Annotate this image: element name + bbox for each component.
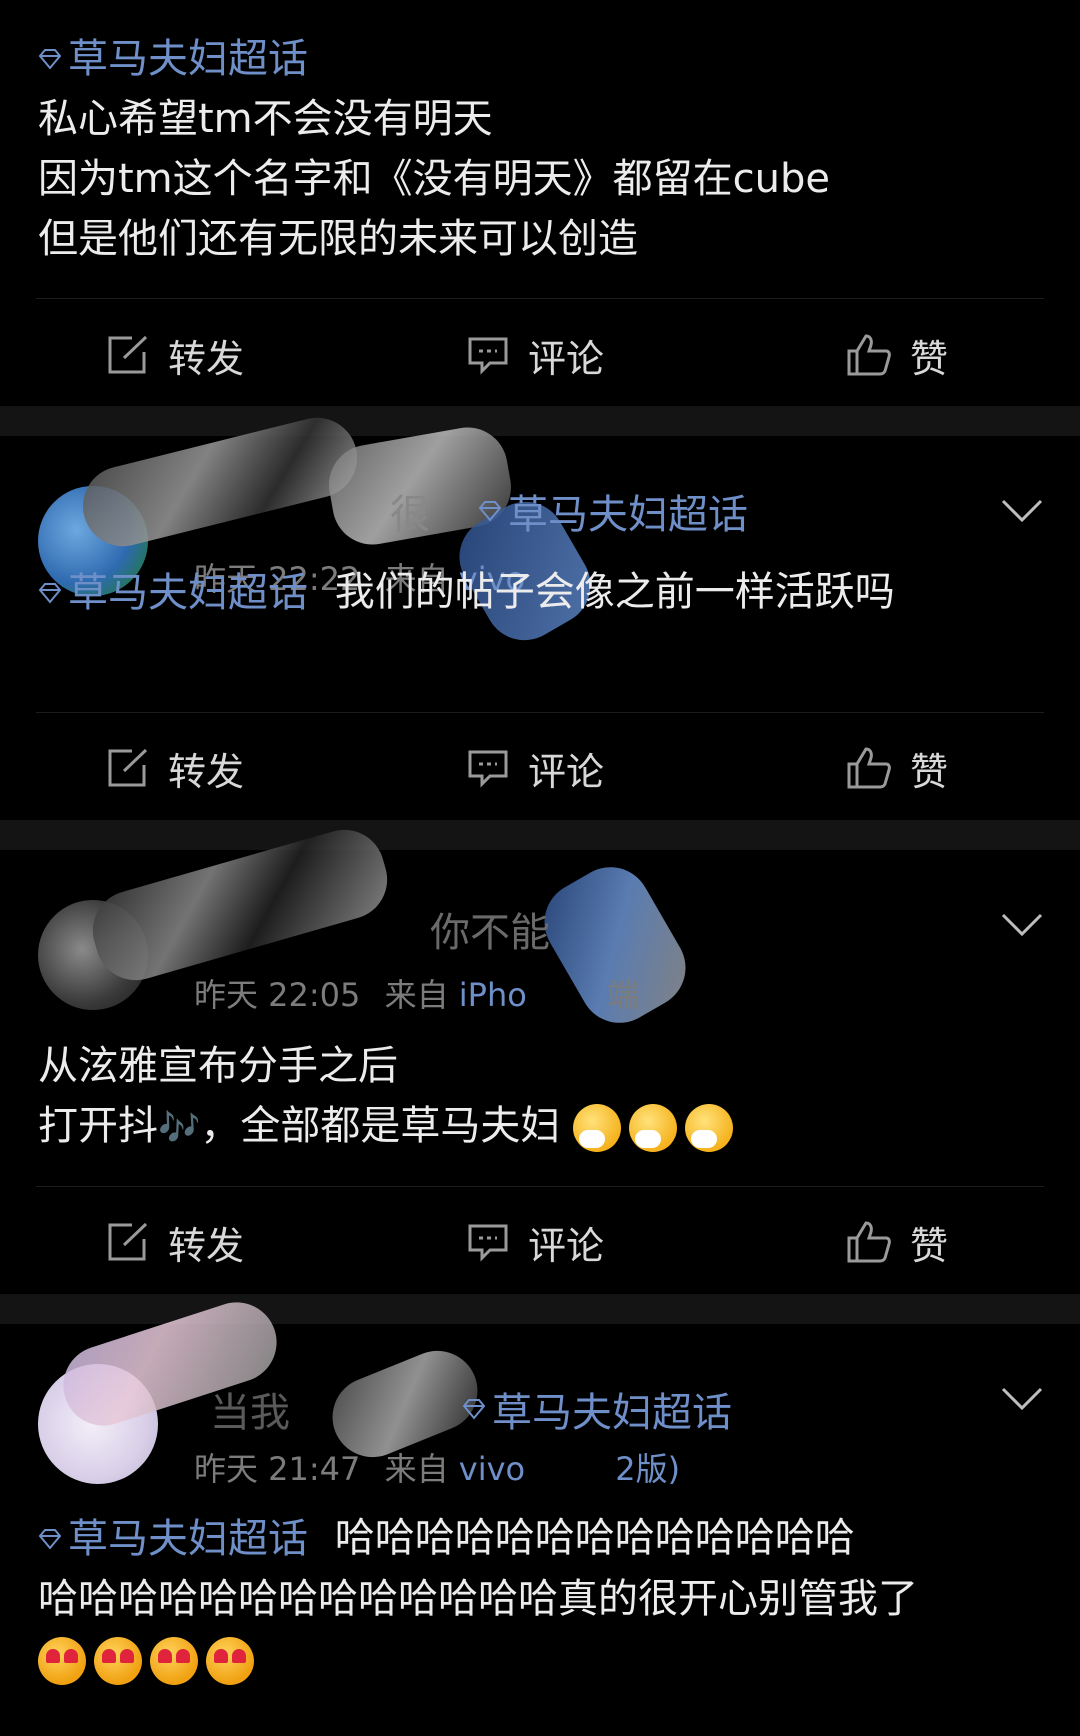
like-button[interactable]: 赞 — [846, 728, 948, 808]
like-icon — [847, 747, 891, 789]
diamond-icon — [478, 501, 502, 522]
post-2: 很 草马夫妇超话 昨天 22:22 来自 vivo 草马夫妇超话 我们的帖子会像… — [0, 409, 1080, 820]
repost-button[interactable]: 转发 — [106, 728, 244, 808]
divider — [36, 298, 1044, 299]
post-3-actions: 转发 评论 赞 — [0, 1202, 1080, 1282]
chevron-down-icon[interactable] — [1000, 498, 1044, 524]
diamond-icon — [38, 583, 62, 604]
comment-label: 评论 — [528, 336, 605, 381]
post-source-tail: 端 — [606, 976, 639, 1014]
heart-eyes-icon — [94, 1637, 142, 1685]
like-button[interactable]: 赞 — [846, 1202, 948, 1282]
like-label: 赞 — [910, 336, 949, 381]
comment-icon — [468, 750, 508, 788]
post-3-body: 从泫雅宣布分手之后 打开抖🎶，全部都是草马夫妇 — [38, 1036, 1042, 1158]
post-time: 昨天 21:47 — [194, 1450, 361, 1488]
repost-icon — [108, 1222, 148, 1261]
topic-tag-label: 草马夫妇超话 — [68, 36, 308, 82]
user-name[interactable]: 很 — [390, 482, 430, 540]
sneezing-face-icon — [685, 1104, 734, 1152]
comment-icon — [468, 337, 508, 375]
chevron-down-icon[interactable] — [1000, 1386, 1044, 1412]
post-1-line-2: 因为tm这个名字和《没有明天》都留在cube — [38, 156, 830, 202]
comment-button[interactable]: 评论 — [466, 315, 604, 395]
repost-label: 转发 — [168, 336, 245, 381]
like-icon — [847, 1221, 891, 1263]
post-from: 来自 — [384, 976, 449, 1014]
post-2-body: 草马夫妇超话 我们的帖子会像之前一样活跃吗 — [38, 562, 1042, 623]
post-meta: 昨天 22:05 来自 iPho 端 — [194, 970, 639, 1016]
post-1-line-1: 私心希望tm不会没有明天 — [38, 96, 493, 142]
diamond-icon — [462, 1399, 486, 1420]
topic-tag-link[interactable]: 草马夫妇超话 — [38, 1509, 308, 1569]
heart-eyes-icon — [206, 1637, 254, 1685]
post-4: 当我 草马夫妇超话 昨天 21:47 来自 vivo 2版) 草马夫妇超话 哈哈… — [0, 1291, 1080, 1736]
repost-icon — [108, 748, 148, 787]
heart-eyes-icon — [38, 1637, 86, 1685]
topic-tag-label: 草马夫妇超话 — [508, 492, 748, 538]
post-4-line-2: 哈哈哈哈哈哈哈哈哈哈哈哈哈真的很开心别管我了 — [38, 1576, 918, 1622]
topic-tag-label: 草马夫妇超话 — [68, 1516, 308, 1562]
post-3: 你不能 昨天 22:05 来自 iPho 端 从泫雅宣布分手之后 打开抖🎶，全部… — [0, 820, 1080, 1294]
like-button[interactable]: 赞 — [846, 315, 948, 395]
post-1-body: 草马夫妇超话 私心希望tm不会没有明天 因为tm这个名字和《没有明天》都留在cu… — [38, 28, 1042, 269]
comment-button[interactable]: 评论 — [466, 728, 604, 808]
comment-button[interactable]: 评论 — [466, 1202, 604, 1282]
post-from: 来自 — [384, 1450, 449, 1488]
music-note-icon: 🎶 — [158, 1108, 201, 1148]
diamond-icon — [38, 49, 62, 70]
post-3-line-2: 打开抖🎶，全部都是草马夫妇 — [38, 1096, 1042, 1158]
post-4-emoji-line — [38, 1629, 1042, 1689]
post-source-tail: 2版) — [615, 1450, 681, 1488]
post-meta: 昨天 21:47 来自 vivo 2版) — [194, 1444, 680, 1490]
topic-tag-link[interactable]: 草马夫妇超话 — [462, 1380, 732, 1438]
post-source: iPho — [458, 976, 527, 1014]
feed-separator — [0, 1294, 1080, 1324]
post-time: 昨天 22:05 — [194, 976, 361, 1014]
repost-label: 转发 — [168, 749, 245, 794]
divider — [36, 1186, 1044, 1187]
post-1-line-3: 但是他们还有无限的未来可以创造 — [38, 216, 638, 262]
repost-button[interactable]: 转发 — [106, 1202, 244, 1282]
like-label: 赞 — [910, 749, 949, 794]
post-3-line-1: 从泫雅宣布分手之后 — [38, 1043, 398, 1089]
post-2-text: 我们的帖子会像之前一样活跃吗 — [334, 569, 895, 615]
feed-separator — [0, 820, 1080, 850]
comment-label: 评论 — [528, 749, 605, 794]
like-label: 赞 — [910, 1223, 949, 1268]
like-icon — [847, 334, 891, 376]
repost-button[interactable]: 转发 — [106, 315, 244, 395]
user-name[interactable]: 你不能 — [430, 900, 550, 958]
sneezing-face-icon — [573, 1104, 622, 1152]
topic-tag-label: 草马夫妇超话 — [492, 1390, 732, 1436]
sneezing-face-icon — [629, 1104, 678, 1152]
post-4-body: 草马夫妇超话 哈哈哈哈哈哈哈哈哈哈哈哈哈 哈哈哈哈哈哈哈哈哈哈哈哈哈真的很开心别… — [38, 1508, 1042, 1689]
post-4-line-1: 哈哈哈哈哈哈哈哈哈哈哈哈哈 — [334, 1515, 855, 1561]
topic-tag-label: 草马夫妇超话 — [68, 570, 308, 616]
post-1-actions: 转发 评论 赞 — [0, 315, 1080, 395]
post-source: vivo — [458, 1450, 526, 1488]
repost-label: 转发 — [168, 1223, 245, 1268]
post-1: 草马夫妇超话 私心希望tm不会没有明天 因为tm这个名字和《没有明天》都留在cu… — [0, 0, 1080, 402]
topic-tag-link[interactable]: 草马夫妇超话 — [38, 29, 308, 89]
divider — [36, 712, 1044, 713]
diamond-icon — [38, 1529, 62, 1550]
topic-tag-link[interactable]: 草马夫妇超话 — [478, 482, 748, 540]
topic-tag-link[interactable]: 草马夫妇超话 — [38, 563, 308, 623]
heart-eyes-icon — [150, 1637, 198, 1685]
comment-icon — [468, 1224, 508, 1262]
comment-label: 评论 — [528, 1223, 605, 1268]
feed-separator — [0, 406, 1080, 436]
post-2-actions: 转发 评论 赞 — [0, 728, 1080, 808]
user-name[interactable]: 当我 — [210, 1380, 290, 1438]
chevron-down-icon[interactable] — [1000, 912, 1044, 938]
repost-icon — [108, 335, 148, 374]
